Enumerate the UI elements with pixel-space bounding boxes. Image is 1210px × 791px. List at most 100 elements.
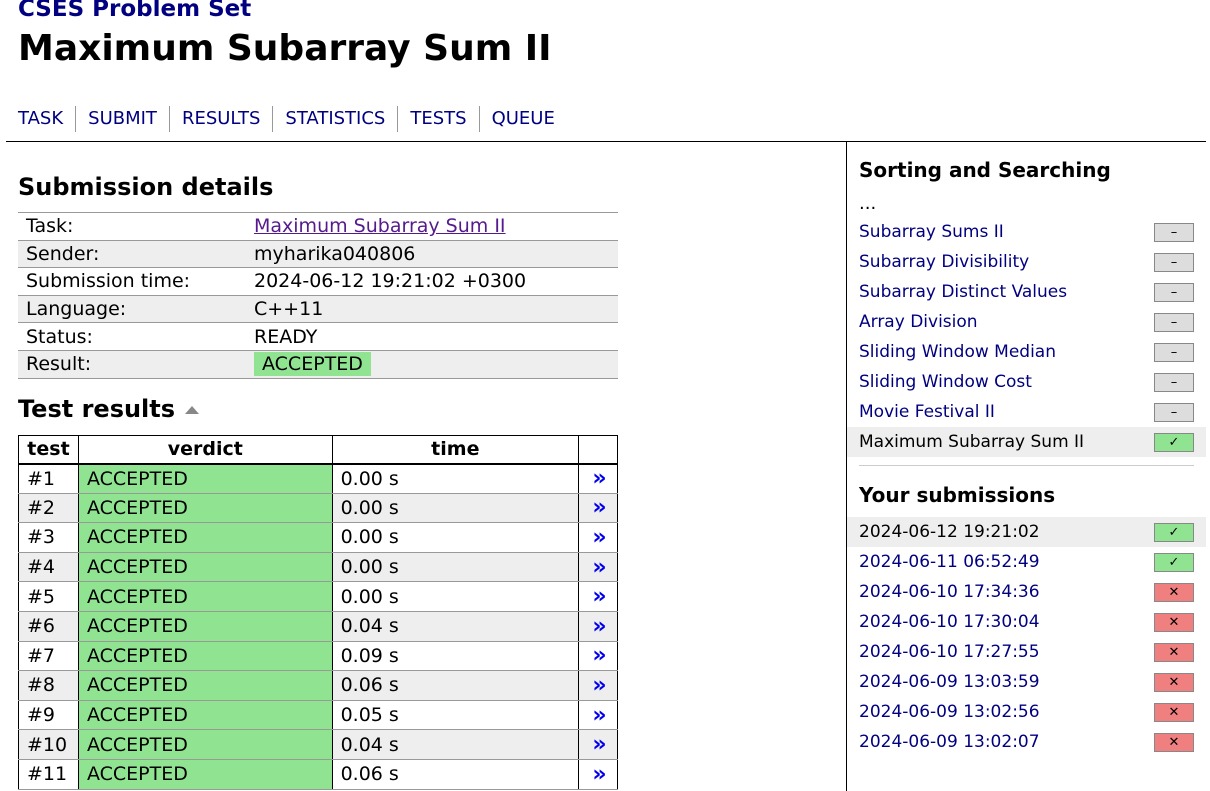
submission-item[interactable]: 2024-06-12 19:21:02 ✓ xyxy=(847,517,1206,547)
nav-task[interactable]: TASK xyxy=(18,106,75,132)
view-test-link[interactable]: » xyxy=(592,732,606,757)
sidebar-task-item[interactable]: Sliding Window Median – xyxy=(847,337,1206,367)
submission-link[interactable]: 2024-06-09 13:03:59 xyxy=(859,672,1040,692)
view-test-link[interactable]: » xyxy=(592,466,606,491)
test-time: 0.09 s xyxy=(331,641,580,672)
submission-link[interactable]: 2024-06-11 06:52:49 xyxy=(859,552,1040,572)
test-row: #10 ACCEPTED 0.04 s » xyxy=(18,729,618,760)
test-row: #5 ACCEPTED 0.00 s » xyxy=(18,581,618,612)
sidebar-task-item[interactable]: Array Division – xyxy=(847,307,1206,337)
details-label: Status: xyxy=(18,322,246,351)
view-test-link[interactable]: » xyxy=(592,525,606,550)
submission-status-icon: ✕ xyxy=(1154,702,1194,722)
site-title-link[interactable]: CSES Problem Set xyxy=(18,0,251,22)
sidebar-task-link[interactable]: Sliding Window Median xyxy=(859,342,1056,362)
submission-item[interactable]: 2024-06-10 17:27:55 ✕ xyxy=(847,637,1206,667)
test-time: 0.00 s xyxy=(331,581,580,612)
sidebar-task-link[interactable]: Movie Festival II xyxy=(859,402,995,422)
view-test-link[interactable]: » xyxy=(592,673,606,698)
sender-value: myharika040806 xyxy=(246,240,618,269)
sidebar-task-item[interactable]: Subarray Distinct Values – xyxy=(847,277,1206,307)
details-row-sender: Sender: myharika040806 xyxy=(18,240,618,269)
view-test-link[interactable]: » xyxy=(592,584,606,609)
task-status-icon: – xyxy=(1154,252,1194,272)
sidebar-submission-list: 2024-06-12 19:21:02 ✓ 2024-06-11 06:52:49 ✓… xyxy=(847,517,1206,757)
sidebar-task-item[interactable]: Maximum Subarray Sum II ✓ xyxy=(847,427,1206,457)
test-verdict: ACCEPTED xyxy=(77,522,333,553)
test-number: #3 xyxy=(18,522,79,553)
task-status-icon: – xyxy=(1154,372,1194,392)
submission-time: 2024-06-12 19:21:02 xyxy=(859,522,1040,542)
submission-item[interactable]: 2024-06-11 06:52:49 ✓ xyxy=(847,547,1206,577)
submission-link[interactable]: 2024-06-10 17:34:36 xyxy=(859,582,1040,602)
test-row: #11 ACCEPTED 0.06 s » xyxy=(18,759,618,790)
test-time: 0.05 s xyxy=(331,700,580,731)
details-label: Sender: xyxy=(18,240,246,269)
test-results-header-row: test verdict time xyxy=(18,435,618,465)
nav-queue[interactable]: QUEUE xyxy=(478,106,567,132)
your-submissions-title: Your submissions xyxy=(859,483,1056,507)
submission-status-icon: ✕ xyxy=(1154,672,1194,692)
column-header-test: test xyxy=(18,435,79,465)
submission-item[interactable]: 2024-06-09 13:02:56 ✕ xyxy=(847,697,1206,727)
submission-link[interactable]: 2024-06-09 13:02:56 xyxy=(859,702,1040,722)
task-status-icon: – xyxy=(1154,222,1194,242)
submission-status-icon: ✕ xyxy=(1154,732,1194,752)
test-row: #7 ACCEPTED 0.09 s » xyxy=(18,641,618,672)
sidebar-task-link[interactable]: Sliding Window Cost xyxy=(859,372,1032,392)
view-test-link[interactable]: » xyxy=(592,555,606,580)
submission-item[interactable]: 2024-06-09 13:03:59 ✕ xyxy=(847,667,1206,697)
view-test-link[interactable]: » xyxy=(592,614,606,639)
details-row-task: Task: Maximum Subarray Sum II xyxy=(18,212,618,241)
task-status-icon: – xyxy=(1154,342,1194,362)
test-row: #1 ACCEPTED 0.00 s » xyxy=(18,463,618,494)
test-number: #10 xyxy=(18,729,79,760)
task-link[interactable]: Maximum Subarray Sum II xyxy=(254,215,506,237)
submission-item[interactable]: 2024-06-09 13:02:07 ✕ xyxy=(847,727,1206,757)
view-test-link[interactable]: » xyxy=(592,495,606,520)
details-row-result: Result: ACCEPTED xyxy=(18,350,618,379)
view-test-link[interactable]: » xyxy=(592,643,606,668)
test-row: #8 ACCEPTED 0.06 s » xyxy=(18,670,618,701)
test-verdict: ACCEPTED xyxy=(77,493,333,524)
collapse-arrow-icon[interactable] xyxy=(185,406,200,414)
column-header-verdict: verdict xyxy=(77,435,333,465)
test-results-table: test verdict time #1 ACCEPTED 0.00 s» #2 ACC… xyxy=(18,435,618,790)
sidebar-task-item[interactable]: Subarray Sums II – xyxy=(847,217,1206,247)
task-status-icon: – xyxy=(1154,402,1194,422)
sidebar-task-item[interactable]: Subarray Divisibility – xyxy=(847,247,1206,277)
nav-tests[interactable]: TESTS xyxy=(397,106,478,132)
test-time: 0.06 s xyxy=(331,670,580,701)
test-number: #6 xyxy=(18,611,79,642)
sidebar-task-item[interactable]: Sliding Window Cost – xyxy=(847,367,1206,397)
test-number: #4 xyxy=(18,552,79,583)
submission-item[interactable]: 2024-06-10 17:30:04 ✕ xyxy=(847,607,1206,637)
submission-item[interactable]: 2024-06-10 17:34:36 ✕ xyxy=(847,577,1206,607)
test-number: #8 xyxy=(18,670,79,701)
test-verdict: ACCEPTED xyxy=(77,670,333,701)
sidebar-task-item[interactable]: Movie Festival II – xyxy=(847,397,1206,427)
submission-link[interactable]: 2024-06-09 13:02:07 xyxy=(859,732,1040,752)
result-badge: ACCEPTED xyxy=(254,352,371,377)
submission-status-icon: ✕ xyxy=(1154,612,1194,632)
test-row: #3 ACCEPTED 0.00 s » xyxy=(18,522,618,553)
test-number: #9 xyxy=(18,700,79,731)
column-header-time: time xyxy=(331,435,580,465)
page-title: Maximum Subarray Sum II xyxy=(18,28,552,69)
nav-results[interactable]: RESULTS xyxy=(168,106,272,132)
sidebar-task-list: Subarray Sums II – Subarray Divisibility – S… xyxy=(847,217,1206,457)
test-row: #9 ACCEPTED 0.05 s » xyxy=(18,700,618,731)
status-value: READY xyxy=(246,322,618,351)
view-test-link[interactable]: » xyxy=(592,762,606,787)
submission-link[interactable]: 2024-06-10 17:30:04 xyxy=(859,612,1040,632)
nav-submit[interactable]: SUBMIT xyxy=(75,106,169,132)
view-test-link[interactable]: » xyxy=(592,703,606,728)
test-time: 0.00 s xyxy=(331,522,580,553)
sidebar-task-link[interactable]: Subarray Divisibility xyxy=(859,252,1029,272)
submission-link[interactable]: 2024-06-10 17:27:55 xyxy=(859,642,1040,662)
sidebar-task-link[interactable]: Subarray Sums II xyxy=(859,222,1004,242)
nav-statistics[interactable]: STATISTICS xyxy=(272,106,397,132)
sidebar-task-link[interactable]: Subarray Distinct Values xyxy=(859,282,1067,302)
sidebar-task-link[interactable]: Array Division xyxy=(859,312,978,332)
details-label: Result: xyxy=(18,350,246,379)
